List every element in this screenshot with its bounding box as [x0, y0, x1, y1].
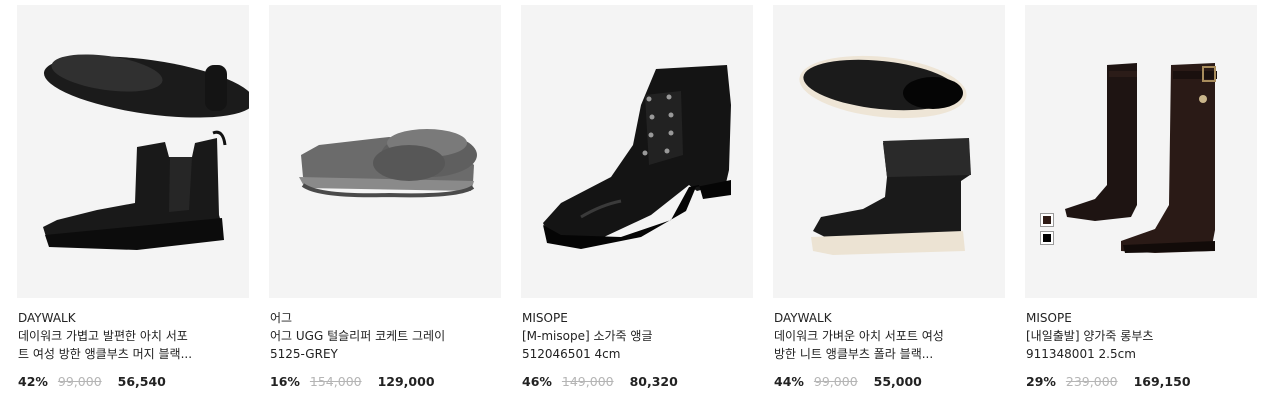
price-row: 44% 99,000 55,000	[774, 373, 922, 391]
product-title-line: 트 여성 방한 앵클부츠 머지 블랙...	[18, 347, 193, 361]
black-lace-up-ankle-boot-image	[543, 65, 731, 249]
color-chip	[1043, 216, 1051, 224]
product-title-line: [M-misope] 소가죽 앵글	[522, 329, 653, 343]
brand-name: MISOPE	[1026, 311, 1072, 325]
grey-fur-slipper-image	[299, 129, 477, 198]
product-title[interactable]: 어그 UGG 털슬리퍼 코케트 그레이 5125-GREY	[270, 327, 502, 363]
brand-name: 어그	[270, 311, 293, 325]
product-title[interactable]: [내일출발] 양가죽 롱부츠 911348001 2.5cm	[1026, 327, 1258, 363]
black-knit-chelsea-boot-image	[43, 54, 249, 250]
discount-rate: 44%	[774, 374, 804, 389]
dark-brown-long-boot-image	[1065, 63, 1217, 253]
color-chip	[1043, 234, 1051, 242]
brown-swatch[interactable]	[1040, 213, 1054, 227]
sale-price: 56,540	[117, 374, 166, 389]
original-price: 239,000	[1065, 374, 1118, 389]
price-row: 42% 99,000 56,540	[18, 373, 166, 391]
original-price: 154,000	[309, 374, 362, 389]
brand-name: MISOPE	[522, 311, 568, 325]
product-image[interactable]	[17, 5, 249, 298]
original-price: 99,000	[57, 374, 102, 389]
brand-name: DAYWALK	[18, 311, 76, 325]
product-card-2[interactable]: 어그 어그 UGG 털슬리퍼 코케트 그레이 5125-GREY 16% 154…	[269, 0, 501, 415]
price-row: 46% 149,000 80,320	[522, 373, 678, 391]
discount-rate: 16%	[270, 374, 300, 389]
black-swatch[interactable]	[1040, 231, 1054, 245]
discount-rate: 46%	[522, 374, 552, 389]
product-image[interactable]	[1025, 5, 1257, 298]
discount-rate: 42%	[18, 374, 48, 389]
product-title-line: 데이워크 가볍고 발편한 아치 서포	[18, 329, 188, 343]
product-title-line: 512046501 4cm	[522, 347, 621, 361]
product-card-1[interactable]: DAYWALK 데이워크 가볍고 발편한 아치 서포 트 여성 방한 앵클부츠 …	[17, 0, 249, 415]
brand-name: DAYWALK	[774, 311, 832, 325]
black-knit-sock-boot-image	[799, 55, 971, 255]
sale-price: 55,000	[873, 374, 922, 389]
product-title-line: 911348001 2.5cm	[1026, 347, 1136, 361]
sale-price: 129,000	[377, 374, 435, 389]
product-grid: DAYWALK 데이워크 가볍고 발편한 아치 서포 트 여성 방한 앵클부츠 …	[0, 0, 1263, 415]
product-title-line: 어그 UGG 털슬리퍼 코케트 그레이	[270, 329, 446, 343]
original-price: 99,000	[813, 374, 858, 389]
product-title-line: 방한 니트 앵클부츠 폴라 블랙...	[774, 347, 934, 361]
product-image[interactable]	[773, 5, 1005, 298]
product-card-4[interactable]: DAYWALK 데이워크 가벼운 아치 서포트 여성 방한 니트 앵클부츠 폴라…	[773, 0, 1005, 415]
sale-price: 169,150	[1133, 374, 1191, 389]
product-title[interactable]: [M-misope] 소가죽 앵글 512046501 4cm	[522, 327, 754, 363]
original-price: 149,000	[561, 374, 614, 389]
product-title-line: 5125-GREY	[270, 347, 338, 361]
product-title[interactable]: 데이워크 가볍고 발편한 아치 서포 트 여성 방한 앵클부츠 머지 블랙...	[18, 327, 250, 363]
product-image[interactable]	[269, 5, 501, 298]
product-card-3[interactable]: MISOPE [M-misope] 소가죽 앵글 512046501 4cm 4…	[521, 0, 753, 415]
product-title[interactable]: 데이워크 가벼운 아치 서포트 여성 방한 니트 앵클부츠 폴라 블랙...	[774, 327, 1006, 363]
product-title-line: 데이워크 가벼운 아치 서포트 여성	[774, 329, 944, 343]
price-row: 29% 239,000 169,150	[1026, 373, 1191, 391]
product-image[interactable]	[521, 5, 753, 298]
product-card-5[interactable]: MISOPE [내일출발] 양가죽 롱부츠 911348001 2.5cm 29…	[1025, 0, 1257, 415]
discount-rate: 29%	[1026, 374, 1056, 389]
sale-price: 80,320	[629, 374, 678, 389]
price-row: 16% 154,000 129,000	[270, 373, 435, 391]
product-title-line: [내일출발] 양가죽 롱부츠	[1026, 329, 1154, 343]
